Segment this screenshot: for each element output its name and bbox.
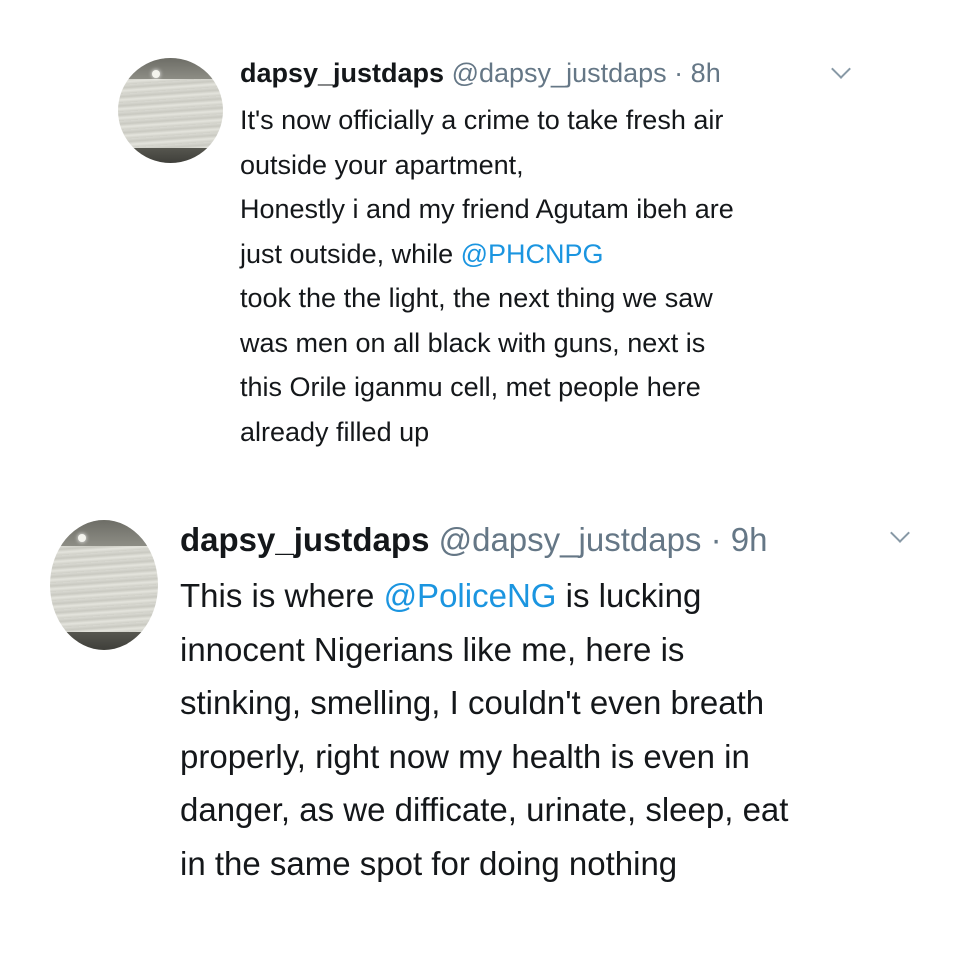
tweet-line: properly, right now my health is even in [180,730,788,784]
tweet-text: It's now officially a crime to take fres… [240,98,734,454]
tweet-line: It's now officially a crime to take fres… [240,98,734,143]
tweet-text-segment: outside your apartment, [240,149,524,180]
tweet-text: This is where @PoliceNG is lucking innoce… [180,569,788,890]
display-name[interactable]: dapsy_justdaps [240,58,444,88]
tweet-text-segment: Honestly i and my friend Agutam ibeh are [240,194,734,224]
tweet-text-segment: already filled up [240,416,430,447]
mention-link[interactable]: @PHCNPG [461,239,604,269]
timestamp[interactable]: 8h [691,58,721,88]
tweet-line: This is where @PoliceNG is lucking [180,569,788,623]
mention-link[interactable]: @PoliceNG [384,577,557,614]
chevron-down-icon[interactable] [890,523,910,543]
user-handle[interactable]: @dapsy_justdaps [452,58,667,88]
tweet-line: innocent Nigerians like me, here is [180,623,788,677]
tweet-line: just outside, while @PHCNPG [240,232,734,277]
avatar-light [152,70,160,78]
tweet-header: dapsy_justdaps @dapsy_justdaps · 9h [180,523,767,556]
tweet-line: in the same spot for doing nothing [180,837,788,891]
avatar-ceiling [50,520,158,546]
tweet-text-segment: is lucking [556,577,702,614]
avatar-floor [50,631,158,650]
user-handle[interactable]: @dapsy_justdaps [439,521,702,558]
avatar-floor [118,148,223,163]
tweet-text-segment: was men on all black with guns, next is [240,327,706,358]
tweet-text-segment: took the the light, the next thing we sa… [240,283,713,313]
tweet-text-segment: danger, as we difficate, urinate, sleep,… [180,791,789,828]
avatar[interactable] [50,520,158,650]
tweet-line: stinking, smelling, I couldn't even brea… [180,676,788,730]
tweet-text-segment: stinking, smelling, I couldn't even brea… [180,684,765,721]
timestamp[interactable]: 9h [731,521,768,558]
tweet-text-segment: just outside, while [240,238,461,269]
tweet-text-segment: in the same spot for doing nothing [180,844,678,882]
avatar[interactable] [118,58,223,163]
tweet-line: already filled up [240,410,734,455]
tweet-line: outside your apartment, [240,143,734,188]
tweet-line: was men on all black with guns, next is [240,321,734,366]
tweet-text-segment: innocent Nigerians like me, here is [180,630,685,668]
display-name[interactable]: dapsy_justdaps [180,521,429,558]
tweet-line: this Orile iganmu cell, met people here [240,365,734,410]
tweet-line: Honestly i and my friend Agutam ibeh are [240,187,734,232]
separator-dot: · [674,58,684,88]
tweet-text-segment: This is where [180,577,384,614]
avatar-light [78,534,86,542]
separator-dot: · [710,521,722,558]
tweet-line: took the the light, the next thing we sa… [240,276,734,321]
chevron-down-icon[interactable] [831,59,851,79]
tweet-text-segment: properly, right now my health is even in [180,737,750,775]
tweet-text-segment: It's now officially a crime to take fres… [240,105,724,135]
tweet-text-segment: this Orile iganmu cell, met people here [240,372,701,402]
avatar-ceiling [118,58,223,79]
tweet-line: danger, as we difficate, urinate, sleep,… [180,783,788,837]
tweet-header: dapsy_justdaps @dapsy_justdaps · 8h [240,60,721,87]
